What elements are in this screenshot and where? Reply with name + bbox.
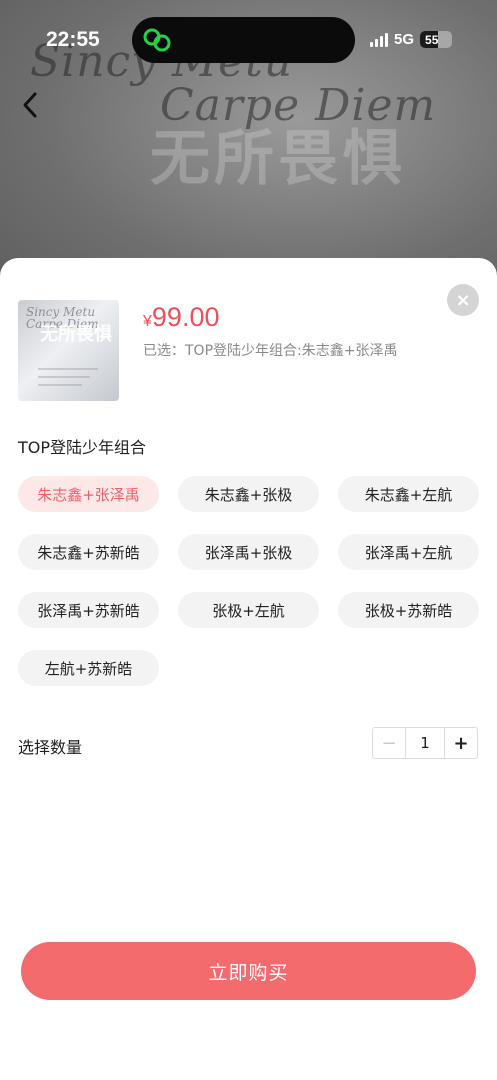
variant-option[interactable]: 张泽禹+张极 xyxy=(178,534,319,570)
battery-level: 55 xyxy=(425,32,439,47)
product-thumbnail: Sincy Metu Carpe Diem 无所畏惧 xyxy=(18,300,119,401)
quantity-value[interactable]: 1 xyxy=(405,728,445,758)
variant-option[interactable]: 朱志鑫+左航 xyxy=(338,476,479,512)
price-currency: ¥ xyxy=(143,313,152,330)
link-chain-icon xyxy=(143,28,171,52)
battery-icon: 55 xyxy=(420,31,453,48)
thumb-cjk-title: 无所畏惧 xyxy=(40,324,112,345)
decrease-button[interactable]: − xyxy=(373,728,405,758)
buy-now-button[interactable]: 立即购买 xyxy=(21,942,476,1000)
variant-option[interactable]: 朱志鑫+张极 xyxy=(178,476,319,512)
quantity-label: 选择数量 xyxy=(18,738,83,757)
quantity-stepper: − 1 + xyxy=(372,727,478,759)
status-indicators: 5G 55 xyxy=(370,31,453,48)
variant-option[interactable]: 张泽禹+苏新皓 xyxy=(18,592,159,628)
back-icon[interactable] xyxy=(16,88,46,122)
close-button[interactable]: × xyxy=(447,284,479,316)
price-amount: 99.00 xyxy=(151,302,220,332)
variant-option[interactable]: 张极+苏新皓 xyxy=(338,592,479,628)
variant-option[interactable]: 朱志鑫+苏新皓 xyxy=(18,534,159,570)
signal-icon xyxy=(370,32,388,47)
network-type: 5G xyxy=(394,31,415,48)
variant-group-title: TOP登陆少年组合 xyxy=(18,438,147,457)
variant-option[interactable]: 张极+左航 xyxy=(178,592,319,628)
status-time: 22:55 xyxy=(46,28,100,51)
increase-button[interactable]: + xyxy=(445,728,477,758)
hero-cjk-title: 无所畏惧 xyxy=(150,124,406,194)
variant-option[interactable]: 朱志鑫+张泽禹 xyxy=(18,476,159,512)
dynamic-island xyxy=(132,17,355,63)
product-price: ¥99.00 xyxy=(143,302,219,333)
sku-bottom-sheet: × Sincy Metu Carpe Diem 无所畏惧 ¥99.00 已选：T… xyxy=(0,258,497,1080)
close-icon: × xyxy=(455,289,471,311)
variant-options: 朱志鑫+张泽禹 朱志鑫+张极 朱志鑫+左航朱志鑫+苏新皓 张泽禹+张极 张泽禹+左航张泽… xyxy=(18,476,479,686)
variant-option[interactable]: 张泽禹+左航 xyxy=(338,534,479,570)
selected-variant-text: 已选：TOP登陆少年组合:朱志鑫+张泽禹 xyxy=(143,343,398,359)
variant-option[interactable]: 左航+苏新皓 xyxy=(18,650,159,686)
